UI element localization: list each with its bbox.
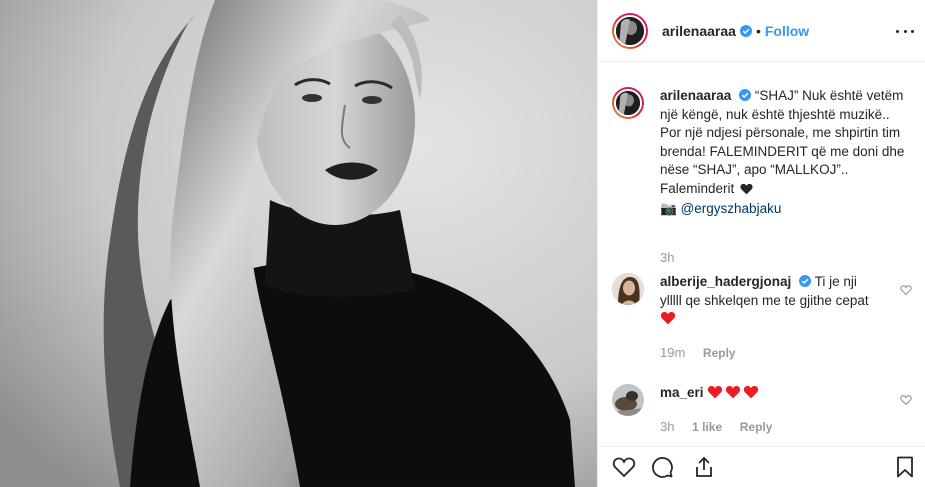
- share-icon[interactable]: [692, 455, 716, 479]
- black-heart-icon: [740, 183, 753, 194]
- comment-item: ma_eri: [612, 384, 880, 416]
- more-options-icon[interactable]: [896, 24, 914, 38]
- header-separator: •: [755, 22, 761, 39]
- red-heart-icon: [744, 385, 759, 399]
- comment-meta: 3h 1 like Reply: [660, 419, 786, 434]
- caption-author[interactable]: arilenaaraa: [660, 88, 731, 103]
- reply-button[interactable]: Reply: [740, 420, 773, 434]
- camera-icon: 📷: [660, 201, 677, 216]
- reply-button[interactable]: Reply: [703, 346, 736, 360]
- bookmark-icon[interactable]: [893, 455, 917, 479]
- caption-meta: 3h: [660, 250, 688, 265]
- caption-mention-link[interactable]: @ergyszhabjaku: [681, 201, 782, 216]
- like-comment-heart-icon[interactable]: [900, 284, 912, 296]
- comment-author[interactable]: alberije_hadergjonaj: [660, 274, 791, 289]
- heart-icon[interactable]: [612, 455, 636, 479]
- avatar-image: [616, 16, 644, 45]
- avatar-image: [612, 384, 644, 416]
- commenter-avatar[interactable]: [612, 273, 644, 305]
- comment-likes[interactable]: 1 like: [692, 420, 722, 434]
- comment-author[interactable]: ma_eri: [660, 385, 704, 400]
- comments-scroll-area[interactable]: arilenaaraa “SHAJ” Nuk është vetëm një k…: [598, 62, 925, 446]
- caption-avatar[interactable]: [612, 87, 644, 119]
- comment-time[interactable]: 3h: [660, 419, 674, 434]
- follow-button[interactable]: Follow: [765, 23, 809, 39]
- avatar-image: [612, 273, 644, 305]
- author-avatar[interactable]: [612, 12, 648, 49]
- caption-title: “SHAJ”: [754, 88, 799, 103]
- red-heart-icon: [726, 385, 741, 399]
- comment-meta: 19m Reply: [660, 345, 750, 360]
- caption: arilenaaraa “SHAJ” Nuk është vetëm një k…: [612, 87, 908, 219]
- red-heart-icon: [708, 385, 723, 399]
- portrait-image: [0, 0, 597, 487]
- post-actions-bar: [598, 446, 925, 487]
- author-username[interactable]: arilenaaraa: [662, 23, 736, 39]
- comment-time[interactable]: 19m: [660, 345, 685, 360]
- verified-badge-icon: [799, 275, 812, 287]
- comment-item: alberije_hadergjonaj Ti je nji ylllll qe…: [612, 273, 880, 329]
- post-side-panel: arilenaaraa • Follow arilenaaraa “SHAJ” …: [597, 0, 925, 487]
- like-comment-heart-icon[interactable]: [900, 394, 912, 406]
- avatar-image: [616, 91, 640, 115]
- red-heart-icon: [660, 311, 676, 325]
- comment-icon[interactable]: [650, 455, 674, 479]
- heart-emojis: [707, 385, 759, 399]
- verified-badge-icon: [739, 89, 752, 101]
- post-photo[interactable]: [0, 0, 597, 487]
- post-header: arilenaaraa • Follow: [598, 0, 925, 62]
- verified-badge-icon: [739, 24, 752, 37]
- caption-time[interactable]: 3h: [660, 250, 674, 265]
- commenter-avatar[interactable]: [612, 384, 644, 416]
- caption-text: Nuk është vetëm një këngë, nuk është thj…: [660, 88, 905, 196]
